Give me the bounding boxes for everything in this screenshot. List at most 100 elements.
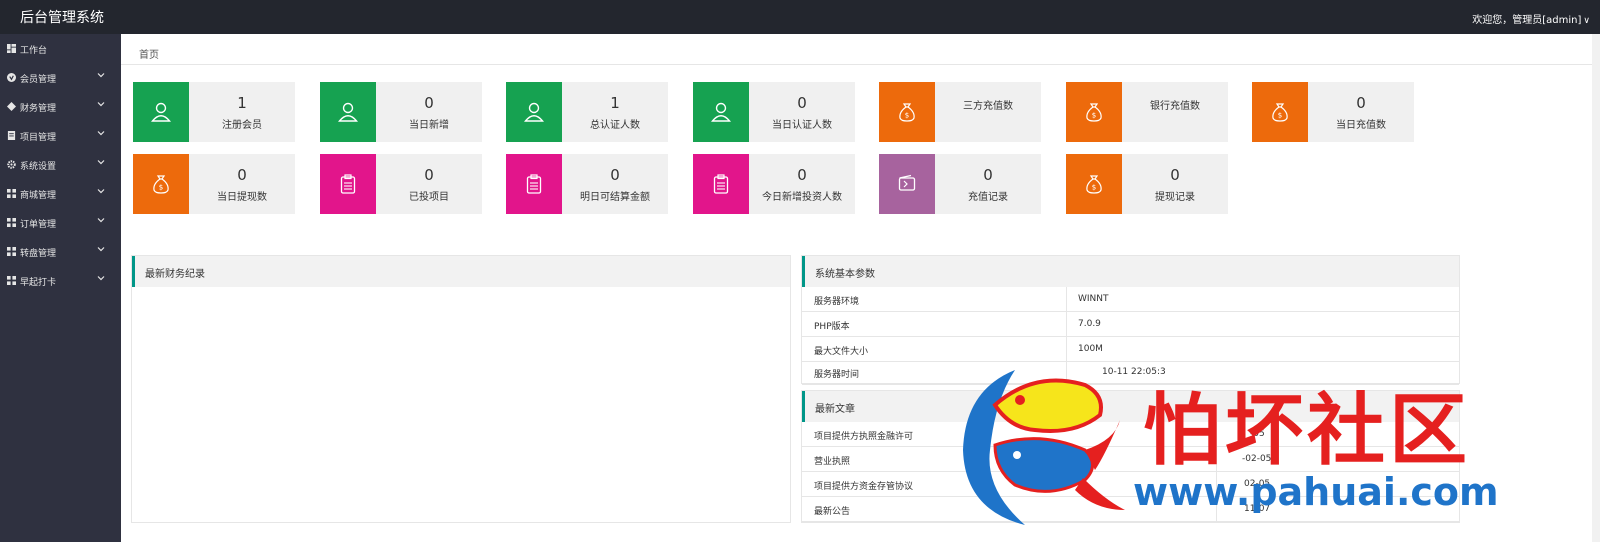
sidebar-item-label: 财务管理: [20, 104, 57, 114]
stat-label: 注册会员: [222, 120, 262, 131]
param-key: 服务器环境: [814, 297, 860, 307]
card-icon-box: $: [1252, 82, 1308, 142]
stat-card-today-new[interactable]: 0 当日新增: [320, 82, 482, 142]
sidebar: 工作台 会员管理 财务管理 项目管理 系统设置 商城管理 订单管理 转盘管理 早…: [0, 34, 121, 542]
stat-card-total-verified[interactable]: 1 总认证人数: [506, 82, 668, 142]
stat-value: 0: [797, 166, 807, 184]
wallet-icon: [898, 174, 916, 191]
param-key: PHP版本: [814, 322, 850, 332]
fish-logo-icon: [963, 370, 1125, 525]
table-row: 最大文件大小 100M: [802, 337, 1459, 362]
sidebar-item-label: 项目管理: [20, 133, 57, 143]
table-row: 服务器环境 WINNT: [802, 287, 1459, 312]
sidebar-item-dashboard[interactable]: 工作台: [0, 34, 121, 63]
chevron-down-icon: [97, 73, 105, 78]
stat-card-third-party-recharge[interactable]: $ 三方充值数: [879, 82, 1041, 142]
sidebar-item-orders[interactable]: 订单管理: [0, 208, 121, 237]
gear-icon: [7, 160, 16, 169]
card-icon-box: [133, 82, 189, 142]
stat-value: 1: [237, 94, 247, 112]
welcome-text: 欢迎您，管理员[admin]: [1472, 15, 1582, 26]
checkin-icon: [7, 276, 16, 285]
stat-card-withdraw-records[interactable]: $ 0 提现记录: [1066, 154, 1228, 214]
scrollbar[interactable]: [1592, 34, 1600, 542]
stat-label: 今日新增投资人数: [762, 192, 842, 203]
article-title[interactable]: 营业执照: [814, 454, 850, 467]
panel-title: 系统基本参数: [815, 269, 875, 280]
stat-card-today-withdraw[interactable]: $ 0 当日提现数: [133, 154, 295, 214]
watermark: 怕坏社区 www.pahuai.com: [955, 360, 1555, 530]
sidebar-item-members[interactable]: 会员管理: [0, 63, 121, 92]
column-divider: [1066, 312, 1067, 337]
param-value: 7.0.9: [1078, 319, 1101, 329]
article-title[interactable]: 项目提供方资金存管协议: [814, 479, 913, 492]
sidebar-item-settings[interactable]: 系统设置: [0, 150, 121, 179]
user-menu[interactable]: 欢迎您，管理员[admin] ∨: [1472, 11, 1590, 26]
stat-card-bank-recharge[interactable]: $ 银行充值数: [1066, 82, 1228, 142]
sidebar-item-wheel[interactable]: 转盘管理: [0, 237, 121, 266]
sidebar-item-checkin[interactable]: 早起打卡: [0, 266, 121, 295]
stat-value: 0: [797, 94, 807, 112]
stat-label: 银行充值数: [1150, 101, 1200, 112]
stat-card-today-new-investors[interactable]: 0 今日新增投资人数: [693, 154, 855, 214]
finance-icon: [7, 102, 16, 111]
param-key: 服务器时间: [814, 370, 860, 380]
stat-label: 当日充值数: [1336, 120, 1386, 131]
user-icon: [151, 102, 171, 122]
sidebar-item-finance[interactable]: 财务管理: [0, 92, 121, 121]
sidebar-item-label: 工作台: [20, 46, 48, 56]
stat-card-invested-projects[interactable]: 0 已投项目: [320, 154, 482, 214]
order-icon: [7, 218, 16, 227]
chevron-down-icon: [97, 218, 105, 223]
dashboard-icon: [7, 44, 16, 53]
stat-value: 0: [237, 166, 247, 184]
svg-text:$: $: [1278, 112, 1282, 120]
money-bag-icon: $: [899, 103, 915, 122]
clipboard-icon: [340, 174, 356, 194]
stat-card-today-verified[interactable]: 0 当日认证人数: [693, 82, 855, 142]
stat-value: 0: [610, 166, 620, 184]
user-icon: [524, 102, 544, 122]
param-value: 100M: [1078, 344, 1103, 354]
watermark-chinese-text: 怕坏社区: [1143, 385, 1472, 476]
chevron-down-icon: [97, 160, 105, 165]
chevron-down-icon: [97, 276, 105, 281]
user-icon: [711, 102, 731, 122]
stat-label: 当日认证人数: [772, 120, 832, 131]
breadcrumb[interactable]: 首页: [139, 46, 159, 61]
panel-header: 系统基本参数: [802, 256, 1459, 287]
stat-value: 0: [1356, 94, 1366, 112]
panel-title: 最新财务纪录: [145, 269, 205, 280]
shop-icon: [7, 189, 16, 198]
stat-label: 明日可结算金额: [580, 192, 650, 203]
stat-card-tomorrow-settle[interactable]: 0 明日可结算金额: [506, 154, 668, 214]
stat-label: 三方充值数: [963, 101, 1013, 112]
card-icon-box: [506, 82, 562, 142]
stat-card-recharge-records[interactable]: 0 充值记录: [879, 154, 1041, 214]
card-icon-box: [879, 154, 935, 214]
stat-label: 充值记录: [968, 192, 1008, 203]
money-bag-icon: $: [1086, 175, 1102, 194]
article-title[interactable]: 最新公告: [814, 504, 850, 517]
card-icon-box: $: [133, 154, 189, 214]
article-title[interactable]: 项目提供方执照金融许可: [814, 429, 913, 442]
sidebar-item-shop[interactable]: 商城管理: [0, 179, 121, 208]
stat-card-registered-members[interactable]: 1 注册会员: [133, 82, 295, 142]
stat-card-today-recharge[interactable]: $ 0 当日充值数: [1252, 82, 1414, 142]
stat-value: 0: [424, 166, 434, 184]
stat-value: 0: [424, 94, 434, 112]
sidebar-item-label: 系统设置: [20, 162, 57, 172]
param-key: 最大文件大小: [814, 347, 869, 357]
breadcrumb-divider: [121, 64, 1600, 65]
svg-text:$: $: [1092, 112, 1096, 120]
card-icon-box: [693, 82, 749, 142]
sidebar-item-label: 会员管理: [20, 75, 57, 85]
stat-value: 0: [983, 166, 993, 184]
money-bag-icon: $: [1086, 103, 1102, 122]
card-icon-box: $: [879, 82, 935, 142]
money-bag-icon: $: [153, 175, 169, 194]
sidebar-item-projects[interactable]: 项目管理: [0, 121, 121, 150]
app-title: 后台管理系统: [20, 10, 104, 26]
chevron-down-icon: ∨: [1583, 16, 1590, 26]
chevron-down-icon: [97, 247, 105, 252]
